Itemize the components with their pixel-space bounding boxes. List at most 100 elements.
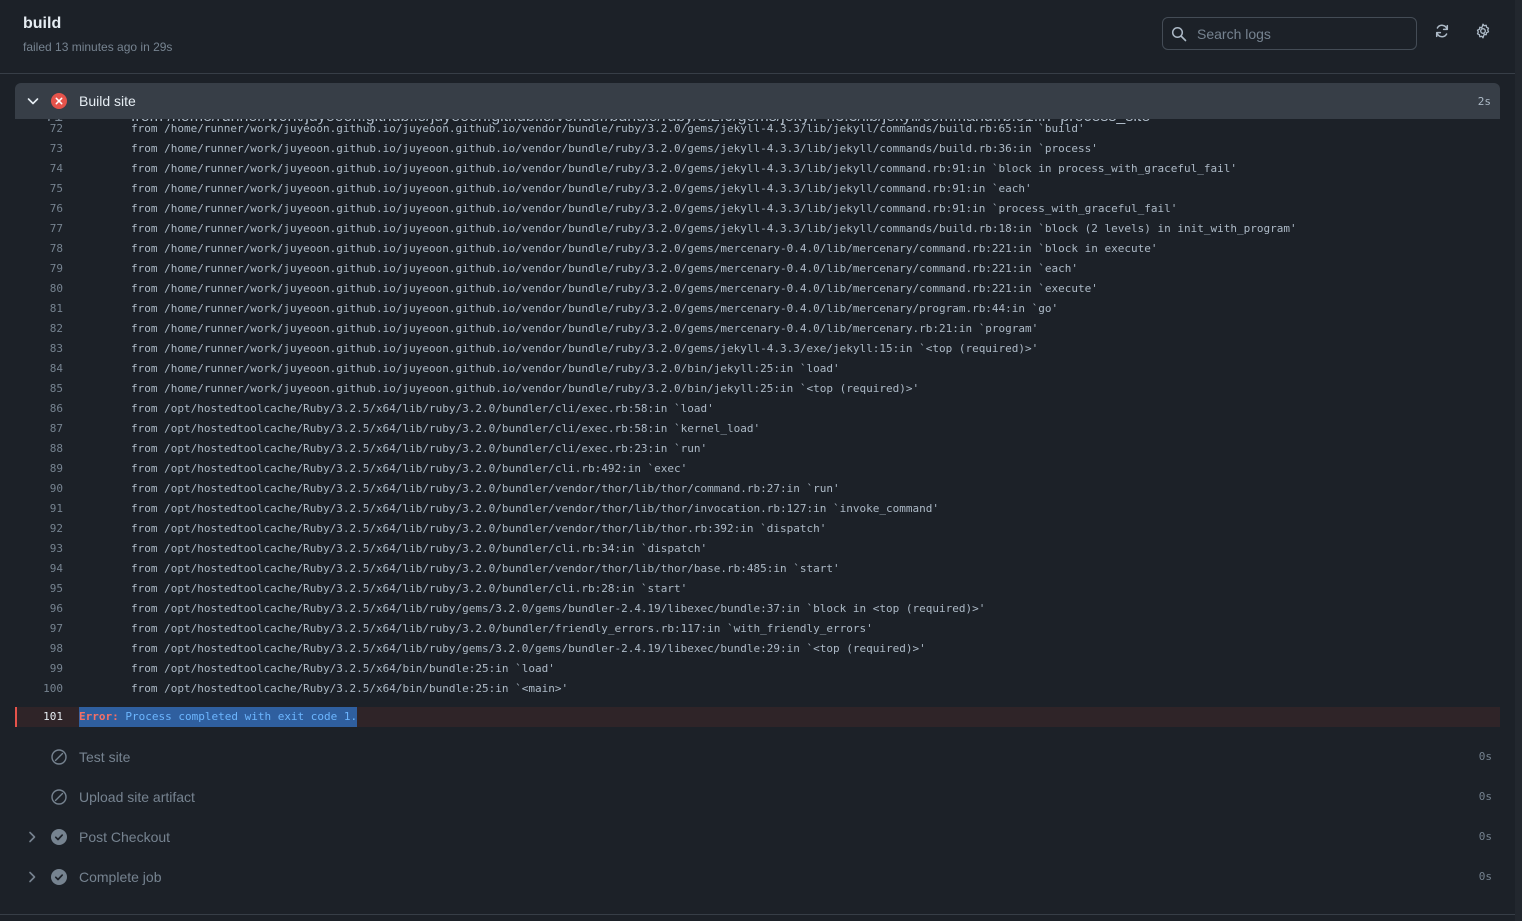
log-line: 95 from /opt/hostedtoolcache/Ruby/3.2.5/x… bbox=[15, 579, 1500, 599]
step-name: Test site bbox=[79, 749, 131, 765]
log-text: from /opt/hostedtoolcache/Ruby/3.2.5/x64… bbox=[131, 482, 840, 495]
line-number[interactable]: 89 bbox=[15, 459, 63, 479]
log-text: from /opt/hostedtoolcache/Ruby/3.2.5/x64… bbox=[131, 562, 840, 575]
line-number[interactable]: 101 bbox=[15, 707, 63, 727]
step-duration: 0s bbox=[1478, 750, 1492, 763]
error-text: Error: Process completed with exit code … bbox=[79, 707, 358, 727]
line-number[interactable]: 87 bbox=[15, 419, 63, 439]
log-line: 94 from /opt/hostedtoolcache/Ruby/3.2.5/x… bbox=[15, 559, 1500, 579]
log-text: from /opt/hostedtoolcache/Ruby/3.2.5/x64… bbox=[131, 442, 708, 455]
page-scrollbar[interactable] bbox=[1515, 0, 1522, 921]
log-line: 100 from /opt/hostedtoolcache/Ruby/3.2.5/… bbox=[15, 679, 1500, 699]
line-number[interactable]: 91 bbox=[15, 499, 63, 519]
line-number[interactable]: 96 bbox=[15, 599, 63, 619]
log-line: 76 from /home/runner/work/juyeoon.github.… bbox=[15, 199, 1500, 219]
step-duration: 2s bbox=[1477, 94, 1491, 108]
error-keyword: Error: bbox=[79, 710, 119, 723]
log-line: 74 from /home/runner/work/juyeoon.github.… bbox=[15, 159, 1500, 179]
line-number[interactable]: 88 bbox=[15, 439, 63, 459]
log-text: from /home/runner/work/juyeoon.github.io… bbox=[131, 262, 1079, 275]
step-post-checkout[interactable]: Post Checkout 0s bbox=[15, 817, 1500, 857]
step-duration: 0s bbox=[1478, 870, 1492, 883]
log-line: 98 from /opt/hostedtoolcache/Ruby/3.2.5/x… bbox=[15, 639, 1500, 659]
line-number[interactable]: 77 bbox=[15, 219, 63, 239]
log-line: 99 from /opt/hostedtoolcache/Ruby/3.2.5/x… bbox=[15, 659, 1500, 679]
log-line: 72 from /home/runner/work/juyeoon.github.… bbox=[15, 119, 1500, 139]
log-line: 81 from /home/runner/work/juyeoon.github.… bbox=[15, 299, 1500, 319]
line-number[interactable]: 86 bbox=[15, 399, 63, 419]
line-number[interactable]: 95 bbox=[15, 579, 63, 599]
line-number[interactable]: 92 bbox=[15, 519, 63, 539]
log-line: 75 from /home/runner/work/juyeoon.github.… bbox=[15, 179, 1500, 199]
log-text: from /opt/hostedtoolcache/Ruby/3.2.5/x64… bbox=[131, 642, 926, 655]
step-duration: 0s bbox=[1478, 830, 1492, 843]
log-text: from /opt/hostedtoolcache/Ruby/3.2.5/x64… bbox=[131, 502, 939, 515]
check-circle-icon bbox=[51, 869, 67, 885]
refresh-button[interactable] bbox=[1432, 22, 1452, 44]
line-number[interactable]: 73 bbox=[15, 139, 63, 159]
step-name: Upload site artifact bbox=[79, 789, 195, 805]
line-number[interactable]: 93 bbox=[15, 539, 63, 559]
line-number[interactable]: 75 bbox=[15, 179, 63, 199]
log-line: 73 from /home/runner/work/juyeoon.github.… bbox=[15, 139, 1500, 159]
log-text: from /home/runner/work/juyeoon.github.io… bbox=[131, 222, 1297, 235]
log-text: from /opt/hostedtoolcache/Ruby/3.2.5/x64… bbox=[131, 542, 708, 555]
x-circle-icon bbox=[51, 93, 67, 109]
log-text: from /home/runner/work/juyeoon.github.io… bbox=[131, 382, 920, 395]
log-text: from /home/runner/work/juyeoon.github.io… bbox=[131, 182, 1032, 195]
line-number[interactable]: 100 bbox=[15, 679, 63, 699]
sync-icon bbox=[1434, 23, 1450, 44]
log-line: 87 from /opt/hostedtoolcache/Ruby/3.2.5/x… bbox=[15, 419, 1500, 439]
log-line: 79 from /home/runner/work/juyeoon.github.… bbox=[15, 259, 1500, 279]
log-text: from /home/runner/work/juyeoon.github.io… bbox=[131, 302, 1059, 315]
line-number[interactable]: 99 bbox=[15, 659, 63, 679]
search-logs-input[interactable] bbox=[1195, 24, 1409, 43]
line-number[interactable]: 80 bbox=[15, 279, 63, 299]
step-upload-site-artifact[interactable]: Upload site artifact 0s bbox=[15, 777, 1500, 817]
log-line: 82 from /home/runner/work/juyeoon.github.… bbox=[15, 319, 1500, 339]
line-number[interactable]: 76 bbox=[15, 199, 63, 219]
step-name: Complete job bbox=[79, 869, 162, 885]
log-line: 85 from /home/runner/work/juyeoon.github.… bbox=[15, 379, 1500, 399]
log-text: from /opt/hostedtoolcache/Ruby/3.2.5/x64… bbox=[131, 582, 688, 595]
line-number[interactable]: 82 bbox=[15, 319, 63, 339]
log-text: from /opt/hostedtoolcache/Ruby/3.2.5/x64… bbox=[131, 682, 569, 695]
log-line: 83 from /home/runner/work/juyeoon.github.… bbox=[15, 339, 1500, 359]
chevron-right-icon[interactable] bbox=[24, 869, 40, 885]
log-text: from /opt/hostedtoolcache/Ruby/3.2.5/x64… bbox=[131, 662, 555, 675]
step-test-site[interactable]: Test site 0s bbox=[15, 737, 1500, 777]
step-name: Build site bbox=[79, 93, 136, 109]
settings-button[interactable] bbox=[1473, 22, 1493, 44]
skip-icon bbox=[51, 789, 67, 805]
log-text: from /opt/hostedtoolcache/Ruby/3.2.5/x64… bbox=[131, 422, 761, 435]
line-number[interactable]: 94 bbox=[15, 559, 63, 579]
line-number[interactable]: 83 bbox=[15, 339, 63, 359]
step-build-site-header[interactable]: Build site 2s bbox=[15, 83, 1500, 119]
line-number[interactable]: 84 bbox=[15, 359, 63, 379]
line-number[interactable]: 85 bbox=[15, 379, 63, 399]
log-line: 90 from /opt/hostedtoolcache/Ruby/3.2.5/x… bbox=[15, 479, 1500, 499]
log-line: 96 from /opt/hostedtoolcache/Ruby/3.2.5/x… bbox=[15, 599, 1500, 619]
line-number[interactable]: 81 bbox=[15, 299, 63, 319]
line-number[interactable]: 78 bbox=[15, 239, 63, 259]
step-complete-job[interactable]: Complete job 0s bbox=[15, 857, 1500, 897]
job-header: build failed 13 minutes ago in 29s bbox=[0, 0, 1515, 74]
line-number[interactable]: 98 bbox=[15, 639, 63, 659]
line-number[interactable]: 72 bbox=[15, 119, 63, 139]
chevron-down-icon[interactable] bbox=[25, 93, 41, 109]
search-logs-box[interactable] bbox=[1162, 17, 1417, 50]
log-text: from /home/runner/work/juyeoon.github.io… bbox=[131, 362, 840, 375]
log-output: 72 from /home/runner/work/juyeoon.github.… bbox=[15, 119, 1500, 699]
chevron-right-icon[interactable] bbox=[24, 829, 40, 845]
log-line: 78 from /home/runner/work/juyeoon.github.… bbox=[15, 239, 1500, 259]
line-number[interactable]: 90 bbox=[15, 479, 63, 499]
line-number[interactable]: 79 bbox=[15, 259, 63, 279]
line-number[interactable]: 74 bbox=[15, 159, 63, 179]
line-number[interactable]: 97 bbox=[15, 619, 63, 639]
log-line: 77 from /home/runner/work/juyeoon.github.… bbox=[15, 219, 1500, 239]
log-text: from /home/runner/work/juyeoon.github.io… bbox=[131, 142, 1098, 155]
log-text: from /home/runner/work/juyeoon.github.io… bbox=[131, 162, 1237, 175]
step-name: Post Checkout bbox=[79, 829, 171, 845]
job-title: build bbox=[23, 15, 62, 32]
log-line: 84 from /home/runner/work/juyeoon.github.… bbox=[15, 359, 1500, 379]
